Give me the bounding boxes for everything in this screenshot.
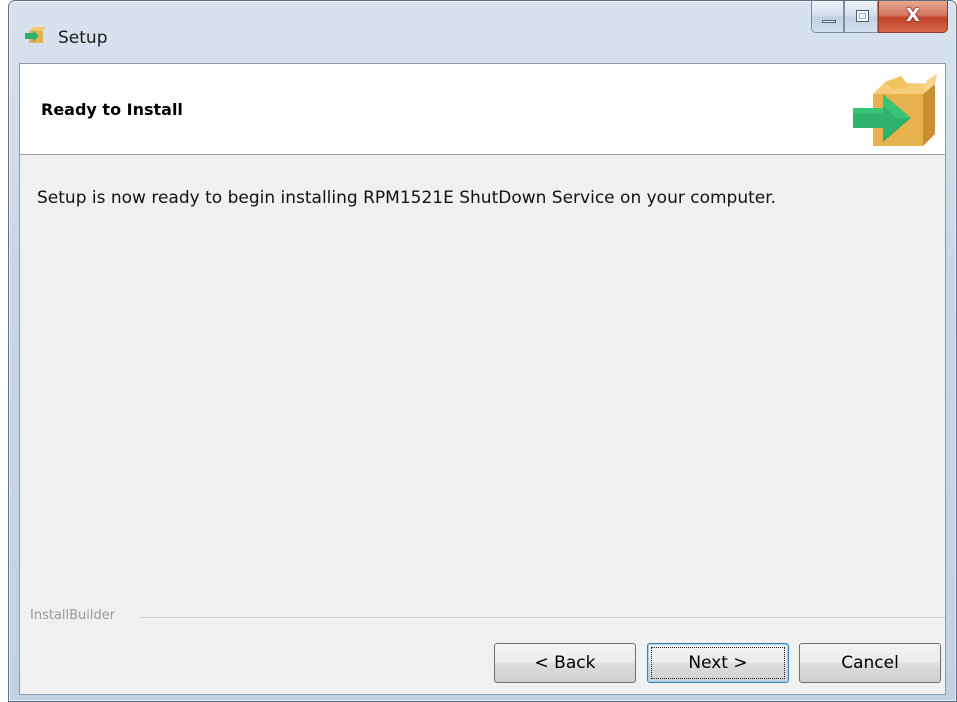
window-title: Setup [58,28,108,48]
next-button[interactable]: Next > [647,643,789,683]
maximize-icon [856,10,869,22]
cancel-button-label: Cancel [841,653,899,673]
brand-divider: InstallBuilder [30,606,945,626]
caption-buttons: X [811,1,948,35]
setup-box-icon [25,27,45,43]
minimize-button[interactable] [811,1,844,33]
focus-rect [651,647,785,679]
setup-window: Setup X Ready to Install Setup is now re… [8,0,957,702]
back-button[interactable]: < Back [494,643,636,683]
cancel-button[interactable]: Cancel [799,643,941,683]
minimize-icon [822,20,836,23]
ready-message: Setup is now ready to begin installing R… [37,188,777,208]
page-title: Ready to Install [41,100,183,119]
maximize-button[interactable] [844,1,878,33]
divider-line [140,617,945,619]
title-bar[interactable]: Setup X [9,1,956,63]
wizard-client-area: Ready to Install Setup is now ready to b… [19,63,946,695]
close-button[interactable]: X [878,1,948,33]
brand-label: InstallBuilder [30,608,122,623]
close-icon: X [906,5,920,26]
back-button-label: < Back [534,653,596,673]
wizard-header: Ready to Install [20,64,945,155]
install-box-arrow-icon [853,74,937,146]
